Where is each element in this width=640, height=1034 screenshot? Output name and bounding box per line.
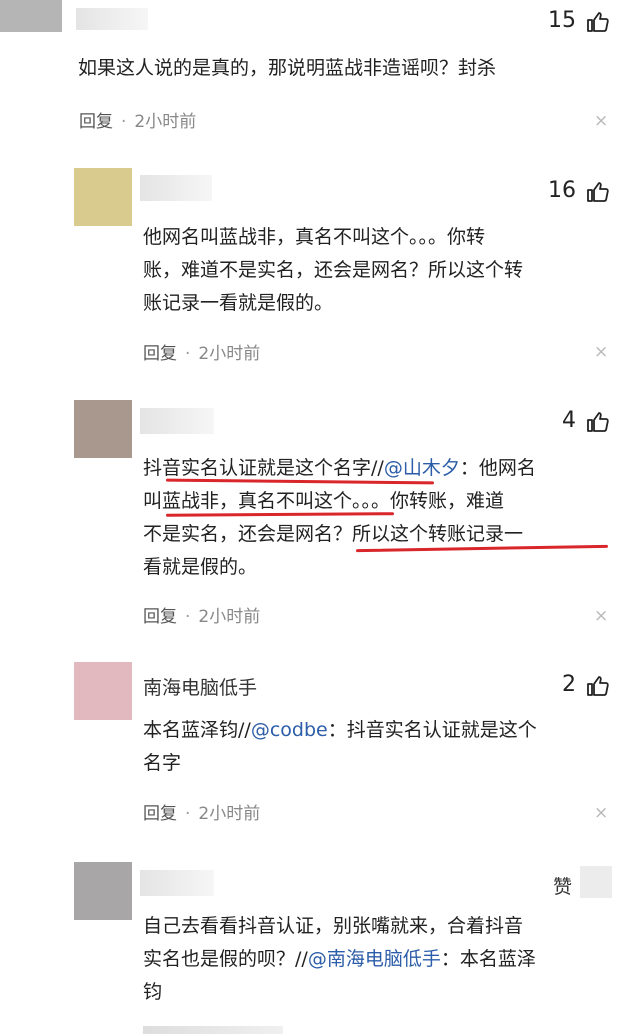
timestamp: 2小时前 [134,112,197,132]
comment-meta: 回复 · 2小时前 [143,339,260,364]
username-blurred[interactable] [140,175,212,201]
like-button[interactable]: 赞 [553,872,572,899]
like-count: 15 [548,8,576,33]
comment-text-line: 他网名叫蓝战非，真名不叫这个。。。你转 [143,226,486,248]
comment-text: 如果这人说的是真的，那说明蓝战非造谣呗？封杀 [78,57,497,79]
close-icon[interactable]: × [594,111,608,131]
timestamp: 2小时前 [198,804,261,824]
comment-text-line: 名字 [143,752,182,774]
thumbs-up-icon[interactable] [586,410,610,434]
comment-text-line: 账，难道不是实名，还会是网名？所以这个转 [143,259,524,281]
close-icon[interactable]: × [594,606,608,626]
username[interactable]: 南海电脑低手 [143,673,257,700]
like-count-blurred [580,866,612,898]
separator-dot: · [121,112,127,132]
comment-text-line: 账记录一看就是假的。 [143,292,334,314]
comment-text-line: 不是实名，还会是网名？所以这个转账记录一 [143,523,524,545]
avatar[interactable] [74,400,132,458]
comment-text: ：抖音实名认证就是这个 [327,719,537,741]
comment-text: 实名也是假的呗？// [143,948,308,970]
close-icon[interactable]: × [594,803,608,823]
comment-meta: 回复 · 2小时前 [143,799,260,824]
timestamp: 2小时前 [198,607,261,627]
thumbs-up-icon[interactable] [586,10,610,34]
thumbs-up-icon[interactable] [586,180,610,204]
comment-text-line: 实名也是假的呗？//@南海电脑低手：本名蓝泽 [143,943,536,976]
username-blurred[interactable] [76,8,148,30]
username-blurred[interactable] [140,870,214,896]
timestamp: 2小时前 [198,344,261,364]
user-mention-link[interactable]: @南海电脑低手 [308,948,441,970]
like-count: 4 [562,408,576,433]
comment-meta: 回复 · 2小时前 [143,602,260,627]
separator-dot: · [185,804,191,824]
avatar[interactable] [74,862,132,920]
comment-text-line: 自己去看看抖音认证，别张嘴就来，合着抖音 [143,915,524,937]
comment-meta: 回复 · 2小时前 [79,107,196,132]
like-count: 2 [562,672,576,697]
user-mention-link[interactable]: @codbe [251,719,328,741]
reply-button[interactable]: 回复 [143,607,177,627]
separator-dot: · [185,344,191,364]
comment-text: ：本名蓝泽 [440,948,536,970]
reply-button[interactable]: 回复 [143,344,177,364]
user-mention-link[interactable]: @山木夕 [384,457,460,479]
close-icon[interactable]: × [594,342,608,362]
reply-button[interactable]: 回复 [143,804,177,824]
avatar[interactable] [0,0,62,32]
comment-text: 本名蓝泽钧// [143,719,251,741]
avatar[interactable] [74,168,132,226]
comment-text: 抖音实名认证就是这个名字// [143,457,384,479]
username-blurred[interactable] [140,408,214,434]
reply-button[interactable]: 回复 [79,112,113,132]
comment-text-line: 本名蓝泽钧//@codbe：抖音实名认证就是这个 [143,714,537,747]
reply-row-cutoff [143,1026,283,1034]
like-count: 16 [548,178,576,203]
avatar[interactable] [74,662,132,720]
comment-text-line: 钧 [143,981,163,1003]
comment-text-line: 看就是假的。 [143,556,258,578]
thumbs-up-icon[interactable] [586,674,610,698]
separator-dot: · [185,607,191,627]
comment-text: ：他网名 [459,457,536,479]
